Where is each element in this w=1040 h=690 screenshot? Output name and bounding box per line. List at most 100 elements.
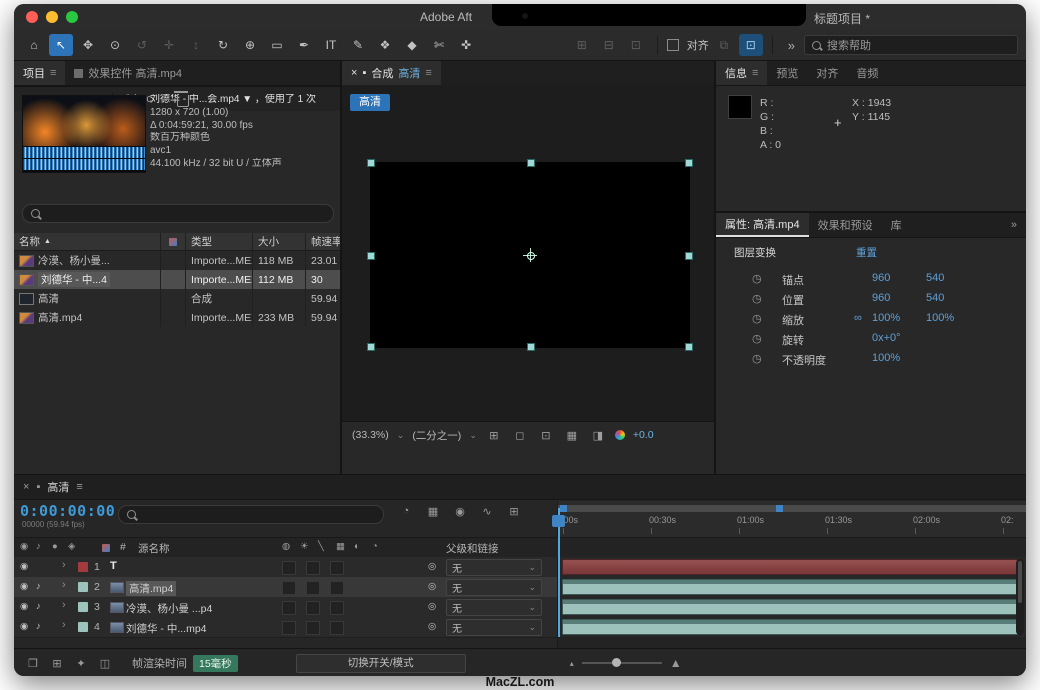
snapping-icon[interactable]: ⊡ xyxy=(739,34,763,56)
layer-color-tag[interactable] xyxy=(78,562,88,572)
panel-menu-icon[interactable]: ≡ xyxy=(752,67,758,79)
project-row[interactable]: 高清 合成 59.94 xyxy=(14,289,340,308)
tab-preview[interactable]: 预览 xyxy=(767,61,807,85)
flowchart-icon[interactable]: ⊞ xyxy=(48,657,66,670)
region-of-interest-icon[interactable]: ⊡ xyxy=(537,429,555,442)
parent-dropdown[interactable]: 无 ⌄ xyxy=(446,619,542,636)
pick-whip-icon[interactable]: ◎ xyxy=(428,601,436,612)
toggle-switches-modes-button[interactable]: 切换开关/模式 xyxy=(296,654,466,673)
panel-menu-icon[interactable]: ≡ xyxy=(425,67,431,79)
switch-cell[interactable] xyxy=(282,581,296,595)
dolly-camera-tool-icon[interactable]: ↕ xyxy=(184,34,208,56)
stopwatch-icon[interactable]: ◷ xyxy=(752,272,762,285)
selection-tool-icon[interactable]: ↖ xyxy=(49,34,73,56)
property-value[interactable]: 540 xyxy=(926,272,944,284)
zoom-out-mountain-icon[interactable]: ▴ xyxy=(570,659,574,668)
zoom-level-dropdown[interactable]: (33.3%) xyxy=(352,429,389,441)
tab-effect-controls[interactable]: 效果控件 高清.mp4 xyxy=(65,61,191,85)
property-row-opacity[interactable]: ◷ 不透明度 100% xyxy=(716,352,1026,372)
close-tab-icon[interactable]: × xyxy=(351,67,357,79)
resolution-dropdown[interactable]: (二分之一) xyxy=(412,428,461,443)
selection-handle[interactable] xyxy=(685,343,693,351)
stopwatch-icon[interactable]: ◷ xyxy=(752,292,762,305)
layer-row[interactable]: ◉ › 1 T ◎ 无 ⌄ xyxy=(14,557,1026,578)
column-type[interactable]: 类型 xyxy=(186,233,253,250)
composition-viewer[interactable]: 高清 (33.3%) ⌄ (二分之一) ⌄ ⊞ xyxy=(342,85,714,448)
tab-project[interactable]: 项目 ≡ xyxy=(14,61,65,85)
layer-bar[interactable] xyxy=(562,579,1018,595)
property-row-position[interactable]: ◷ 位置 960 540 xyxy=(716,292,1026,312)
expander-icon[interactable]: › xyxy=(62,619,66,631)
stopwatch-icon[interactable]: ◷ xyxy=(752,332,762,345)
eye-icon[interactable]: ◉ xyxy=(20,581,28,592)
workspace-tool-icon-1[interactable]: ⊞ xyxy=(570,34,594,56)
current-time-indicator[interactable] xyxy=(558,508,560,637)
tab-audio[interactable]: 音频 xyxy=(847,61,887,85)
layer-row[interactable]: ◉ ♪ › 3 冷漠、杨小曼 ...p4 ◎ 无 ⌄ xyxy=(14,597,1026,618)
zoom-slider-thumb[interactable] xyxy=(612,658,621,667)
layer-color-tag[interactable] xyxy=(78,582,88,592)
fullscreen-window-button[interactable] xyxy=(66,11,78,23)
parent-dropdown[interactable]: 无 ⌄ xyxy=(446,579,542,596)
switch-cell[interactable] xyxy=(306,621,320,635)
switch-cell[interactable] xyxy=(306,581,320,595)
column-name[interactable]: 名称 ▲ xyxy=(14,233,161,250)
switch-cell[interactable] xyxy=(330,621,344,635)
property-value[interactable]: 100% xyxy=(872,312,900,324)
audio-column-icon[interactable]: ♪ xyxy=(36,541,41,552)
panel-overflow-button[interactable]: » xyxy=(1002,213,1026,237)
switch-cell[interactable] xyxy=(282,621,296,635)
column-fps[interactable]: 帧速率 xyxy=(306,233,340,250)
tab-effects-presets[interactable]: 效果和预设 xyxy=(809,213,882,237)
stopwatch-icon[interactable]: ◷ xyxy=(752,312,762,325)
property-value[interactable]: 540 xyxy=(926,292,944,304)
anchor-point-icon[interactable] xyxy=(523,248,537,262)
stopwatch-icon[interactable]: ◷ xyxy=(752,352,762,365)
shape-tool-icon[interactable]: ▭ xyxy=(265,34,289,56)
property-row-anchor[interactable]: ◷ 锚点 960 540 xyxy=(716,272,1026,292)
expander-icon[interactable]: › xyxy=(62,559,66,571)
selection-handle[interactable] xyxy=(527,159,535,167)
eye-icon[interactable]: ◉ xyxy=(20,621,28,632)
mask-toggle-icon[interactable]: ◻ xyxy=(511,429,529,442)
brainstorm-icon[interactable]: ✦ xyxy=(72,657,90,670)
eraser-tool-icon[interactable]: ◆ xyxy=(400,34,424,56)
lock-icon[interactable]: ▪ xyxy=(362,67,366,79)
selection-handle[interactable] xyxy=(367,159,375,167)
project-search-input[interactable] xyxy=(22,204,334,223)
layer-color-tag[interactable] xyxy=(78,622,88,632)
layer-track[interactable] xyxy=(557,617,1026,637)
transform-section-title[interactable]: 图层变换 xyxy=(734,245,776,260)
zoom-tool-icon[interactable]: ⊙ xyxy=(103,34,127,56)
eye-column-icon[interactable]: ◉ xyxy=(20,541,28,552)
composition-nav-chip[interactable]: 高清 xyxy=(350,94,390,111)
property-value[interactable]: 0x+0° xyxy=(872,332,901,344)
playhead-grabber[interactable] xyxy=(552,515,565,527)
switch-cell[interactable] xyxy=(330,561,344,575)
current-timecode[interactable]: 0:00:00:00 xyxy=(20,502,115,520)
parent-dropdown[interactable]: 无 ⌄ xyxy=(446,559,542,576)
delete-icon[interactable] xyxy=(177,95,189,107)
layer-bar[interactable] xyxy=(562,599,1018,615)
work-area-marker[interactable] xyxy=(776,505,783,512)
minimize-window-button[interactable] xyxy=(46,11,58,23)
selection-handle[interactable] xyxy=(685,252,693,260)
frame-blending-icon[interactable]: ∿ xyxy=(477,505,497,518)
pen-tool-icon[interactable]: ✒ xyxy=(292,34,316,56)
zoom-slider[interactable] xyxy=(582,662,662,664)
work-area-bar[interactable] xyxy=(558,505,1026,512)
selection-handle[interactable] xyxy=(367,343,375,351)
time-ruler[interactable]: :00s 00:30s 01:00s 01:30s 02:00s 02: xyxy=(557,501,1026,537)
orbit-camera-tool-icon[interactable]: ↺ xyxy=(130,34,154,56)
layer-track[interactable] xyxy=(557,557,1026,577)
home-icon[interactable]: ⌂ xyxy=(22,34,46,56)
source-name-column[interactable]: 源名称 xyxy=(138,541,170,556)
selection-handle[interactable] xyxy=(367,252,375,260)
pick-whip-icon[interactable]: ◎ xyxy=(428,581,436,592)
adaptive-resolution-icon[interactable] xyxy=(615,430,625,440)
clone-stamp-tool-icon[interactable]: ❖ xyxy=(373,34,397,56)
timeline-tab-label[interactable]: 高清 xyxy=(47,479,69,495)
brush-tool-icon[interactable]: ✎ xyxy=(346,34,370,56)
rotation-tool-icon[interactable]: ↻ xyxy=(211,34,235,56)
column-size[interactable]: 大小 xyxy=(253,233,306,250)
